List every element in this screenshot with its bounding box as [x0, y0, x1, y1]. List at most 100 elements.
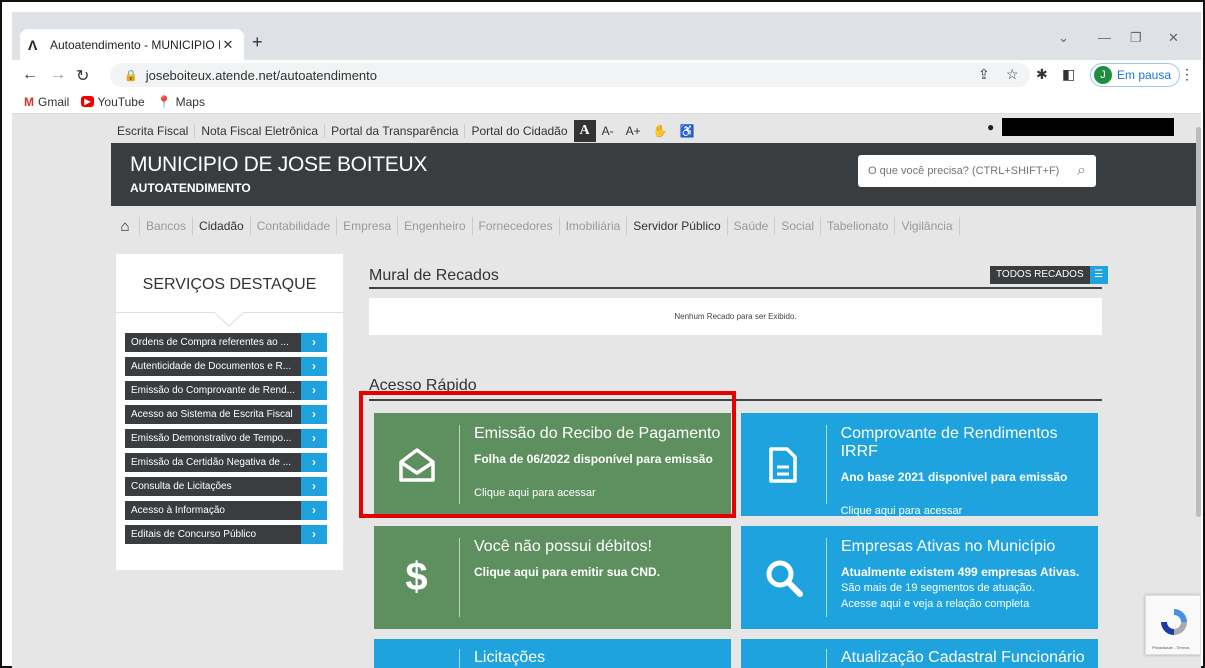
- browser-tab[interactable]: Λ Autoatendimento - MUNICIPIO D ✕: [20, 29, 244, 60]
- services-list: Ordens de Compra referentes ao ... › Aute…: [125, 333, 327, 549]
- bookmark-label: YouTube: [97, 94, 145, 109]
- search-icon[interactable]: ⌕: [1077, 162, 1086, 180]
- font-increase-button[interactable]: A+: [620, 120, 647, 142]
- chevron-right-icon: ›: [301, 357, 327, 376]
- omnibox[interactable]: 🔒 joseboiteux.atende.net/autoatendimento: [110, 63, 1030, 87]
- font-decrease-button[interactable]: A-: [596, 120, 620, 142]
- card-atualizacao-cadastral[interactable]: Atualização Cadastral Funcionário: [741, 639, 1098, 668]
- card-sem-debitos[interactable]: $ Você não possui débitos! Clique aqui p…: [374, 526, 731, 629]
- extensions-icon[interactable]: ✱: [1036, 66, 1048, 83]
- youtube-icon: ▶: [81, 96, 94, 107]
- recaptcha-label[interactable]: Privacidade - Termos: [1152, 645, 1190, 650]
- cat-engenheiro[interactable]: Engenheiro: [397, 217, 471, 235]
- mural-divider: [369, 287, 1102, 289]
- cat-bancos[interactable]: Bancos: [139, 217, 192, 235]
- service-item[interactable]: Autenticidade de Documentos e R... ›: [125, 357, 327, 376]
- redacted-user-name: [1002, 118, 1175, 136]
- service-item[interactable]: Emissão do Comprovante de Rend... ›: [125, 381, 327, 400]
- cat-cidadao[interactable]: Cidadão: [192, 217, 250, 235]
- service-item[interactable]: Emissão da Certidão Negativa de ... ›: [125, 453, 327, 472]
- sign-language-icon[interactable]: ✋: [647, 120, 674, 142]
- browser-window: Λ Autoatendimento - MUNICIPIO D ✕ + ⌄ — …: [12, 12, 1201, 668]
- bookmark-star-icon[interactable]: ☆: [1006, 66, 1019, 83]
- link-escrita-fiscal[interactable]: Escrita Fiscal: [111, 123, 196, 138]
- card-title: Empresas Ativas no Município: [841, 538, 1056, 555]
- card-rendimentos-irrf[interactable]: Comprovante de Rendimentos IRRF Ano base…: [741, 413, 1098, 517]
- bookmark-maps[interactable]: 📍 Maps: [157, 95, 205, 109]
- recaptcha-badge[interactable]: Privacidade - Termos: [1145, 595, 1201, 655]
- service-item[interactable]: Consulta de Licitações ›: [125, 477, 327, 496]
- chevron-right-icon: ›: [301, 477, 327, 496]
- service-label: Acesso ao Sistema de Escrita Fiscal: [125, 405, 301, 424]
- service-label: Editais de Concurso Público: [125, 525, 301, 544]
- service-label: Emissão Demonstrativo de Tempo...: [125, 429, 301, 448]
- service-label: Acesso à Informação: [125, 501, 301, 520]
- cat-saude[interactable]: Saúde: [726, 217, 775, 235]
- link-nota-fiscal[interactable]: Nota Fiscal Eletrônica: [195, 123, 326, 138]
- bookmark-label: Maps: [175, 94, 205, 109]
- site-header: MUNICIPIO DE JOSE BOITEUX AUTOATENDIMENT…: [111, 143, 1201, 206]
- reload-icon[interactable]: ↻: [76, 66, 89, 86]
- service-item[interactable]: Emissão Demonstrativo de Tempo... ›: [125, 429, 327, 448]
- avatar: J: [1094, 66, 1112, 84]
- share-icon[interactable]: ⇪: [978, 66, 990, 83]
- chevron-right-icon: ›: [301, 333, 327, 352]
- card-subtitle: Clique aqui para emitir sua CND.: [474, 565, 661, 579]
- cat-social[interactable]: Social: [774, 217, 820, 235]
- cat-contabilidade[interactable]: Contabilidade: [249, 217, 336, 235]
- accessibility-icon[interactable]: ♿: [674, 120, 701, 142]
- close-window-icon[interactable]: ✕: [1168, 30, 1179, 46]
- service-item[interactable]: Ordens de Compra referentes ao ... ›: [125, 333, 327, 352]
- card-icon-divider: [374, 649, 460, 668]
- lock-icon: 🔒: [124, 69, 138, 82]
- close-tab-icon[interactable]: ✕: [220, 37, 236, 53]
- user-area[interactable]: ●: [987, 118, 1175, 136]
- back-icon[interactable]: ←: [22, 66, 38, 84]
- card-subtitle: Ano base 2021 disponível para emissão: [840, 470, 1068, 484]
- cat-imobiliaria[interactable]: Imobiliária: [558, 217, 627, 235]
- site-favicon-icon: Λ: [28, 36, 38, 53]
- card-empresas-ativas[interactable]: Empresas Ativas no Município Atualmente …: [741, 526, 1098, 629]
- bookmark-gmail[interactable]: M Gmail: [24, 95, 69, 109]
- service-label: Ordens de Compra referentes ao ...: [125, 333, 301, 352]
- service-item[interactable]: Acesso ao Sistema de Escrita Fiscal ›: [125, 405, 327, 424]
- service-label: Consulta de Licitações: [125, 477, 301, 496]
- service-item[interactable]: Editais de Concurso Público ›: [125, 525, 327, 544]
- new-tab-button[interactable]: +: [252, 32, 263, 53]
- forward-icon[interactable]: →: [50, 66, 66, 84]
- side-panel-icon[interactable]: ◧: [1062, 66, 1075, 83]
- tab-search-icon[interactable]: ⌄: [1058, 30, 1069, 46]
- recaptcha-icon: [1161, 609, 1187, 635]
- chevron-right-icon: ›: [301, 501, 327, 520]
- service-label: Emissão da Certidão Negativa de ...: [125, 453, 301, 472]
- scrollbar-thumb[interactable]: [1196, 127, 1201, 517]
- chevron-right-icon: ›: [301, 453, 327, 472]
- service-item[interactable]: Acesso à Informação ›: [125, 501, 327, 520]
- card-note[interactable]: Acesse aqui e veja a relação completa: [841, 596, 1079, 612]
- tab-title: Autoatendimento - MUNICIPIO D: [50, 37, 220, 52]
- card-link[interactable]: Clique aqui para acessar: [841, 505, 1098, 517]
- search-input[interactable]: [868, 165, 1078, 177]
- site-title[interactable]: MUNICIPIO DE JOSE BOITEUX: [130, 153, 427, 177]
- bookmark-youtube[interactable]: ▶ YouTube: [81, 94, 145, 109]
- highlight-box: [359, 391, 736, 518]
- chevron-right-icon: ›: [301, 381, 327, 400]
- menu-kebab-icon[interactable]: ⋮: [1180, 66, 1194, 83]
- all-messages-button[interactable]: TODOS RECADOS ☰: [990, 266, 1108, 284]
- font-default-button[interactable]: A: [573, 119, 596, 142]
- card-title: Atualização Cadastral Funcionário: [841, 649, 1085, 666]
- cat-servidor-publico[interactable]: Servidor Público: [626, 217, 726, 235]
- cat-tabelionato[interactable]: Tabelionato: [820, 217, 894, 235]
- user-icon: ●: [987, 120, 995, 134]
- restore-icon[interactable]: ❐: [1130, 30, 1142, 46]
- url-text: joseboiteux.atende.net/autoatendimento: [145, 67, 377, 83]
- card-licitacoes[interactable]: Licitações: [374, 639, 731, 668]
- cat-fornecedores[interactable]: Fornecedores: [471, 217, 559, 235]
- profile-button[interactable]: J Em pausa: [1090, 63, 1181, 87]
- home-icon[interactable]: ⌂: [111, 218, 139, 235]
- link-portal-cidadao[interactable]: Portal do Cidadão: [465, 124, 573, 138]
- cat-vigilancia[interactable]: Vigilância: [894, 217, 960, 235]
- minimize-icon[interactable]: —: [1098, 30, 1111, 45]
- link-transparencia[interactable]: Portal da Transparência: [325, 123, 466, 138]
- cat-empresa[interactable]: Empresa: [336, 217, 397, 235]
